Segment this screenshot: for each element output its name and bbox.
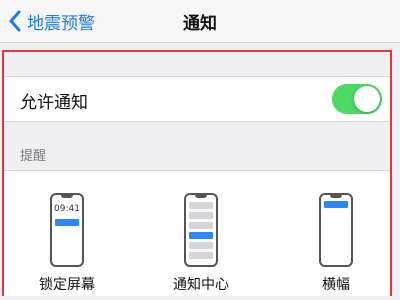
notification-placeholder xyxy=(189,222,213,229)
alert-option-banner[interactable]: 横幅 xyxy=(291,193,381,294)
allow-notifications-toggle[interactable] xyxy=(332,84,382,114)
lock-screen-time: 09:41 xyxy=(54,204,80,214)
notification-bar xyxy=(55,219,79,226)
alert-option-label: 锁定屏幕 xyxy=(39,277,95,293)
notification-bar xyxy=(189,232,213,239)
notification-placeholder xyxy=(189,242,213,249)
alert-option-notification-center[interactable]: 通知中心 xyxy=(156,193,246,294)
banner-phone-icon xyxy=(319,193,353,267)
lock-screen-phone-icon: 09:41 xyxy=(50,193,84,267)
toggle-knob xyxy=(354,86,380,112)
phone-notch xyxy=(195,194,207,198)
phone-notch xyxy=(61,194,73,198)
nav-bar: 地震预警 通知 xyxy=(0,0,400,43)
notification-placeholder xyxy=(189,212,213,219)
notification-center-phone-icon xyxy=(184,193,218,267)
alert-option-lock-screen[interactable]: 09:41 锁定屏幕 xyxy=(22,193,112,294)
section-spacer xyxy=(4,52,390,76)
alerts-section-title: 提醒 xyxy=(20,149,47,164)
alerts-section-header: 提醒 xyxy=(4,122,390,170)
notification-bar xyxy=(324,201,348,208)
alert-option-label: 通知中心 xyxy=(173,277,229,293)
highlight-frame: 允许通知 提醒 09:41 锁定屏幕 通知中心 横幅 xyxy=(2,50,392,296)
allow-notifications-label: 允许通知 xyxy=(20,93,88,113)
allow-notifications-row: 允许通知 xyxy=(4,76,390,122)
alert-option-label: 横幅 xyxy=(322,277,350,293)
phone-notch xyxy=(330,194,342,198)
page-title: 通知 xyxy=(183,14,217,34)
notification-placeholder xyxy=(189,202,213,209)
notification-placeholder xyxy=(189,252,213,259)
alert-styles: 09:41 锁定屏幕 通知中心 横幅 xyxy=(4,170,390,296)
